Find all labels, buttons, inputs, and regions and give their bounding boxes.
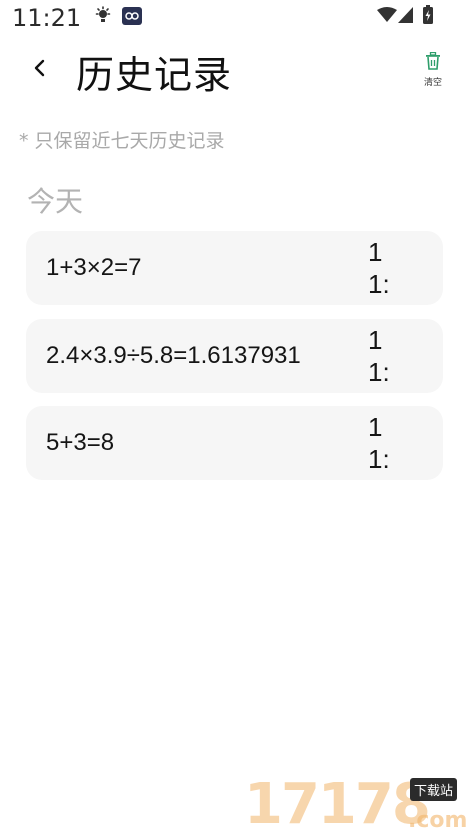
history-time: 11:19 xyxy=(368,412,397,480)
watermark-number: 17178 xyxy=(244,772,431,836)
history-item[interactable]: 5+3=8 11:19 xyxy=(26,406,443,480)
history-screen: 11:21 历史记录 清空 * 只保留近七天历史记录 今天 1+3×2=7 11… xyxy=(0,0,470,836)
clear-history-button[interactable]: 清空 xyxy=(420,51,446,88)
history-item[interactable]: 1+3×2=7 11:19 xyxy=(26,231,443,305)
history-expression: 1+3×2=7 xyxy=(46,254,142,281)
section-header-today: 今天 xyxy=(27,185,84,218)
clear-label: 清空 xyxy=(423,78,442,88)
history-time: 11:19 xyxy=(368,325,397,393)
history-expression: 5+3=8 xyxy=(46,429,115,456)
wifi-icon xyxy=(377,7,397,23)
trash-icon xyxy=(425,51,441,74)
history-expression: 2.4×3.9÷5.8=1.6137931 xyxy=(46,342,301,369)
battery-icon xyxy=(422,5,434,25)
watermark-logo: 17178 下载站 .com xyxy=(244,772,470,836)
page-title: 历史记录 xyxy=(76,53,233,97)
chevron-left-icon xyxy=(33,58,47,82)
history-time: 11:19 xyxy=(368,237,397,305)
signal-icon xyxy=(398,7,414,23)
status-time: 11:21 xyxy=(12,4,82,32)
sun-icon xyxy=(94,6,112,24)
retention-note: * 只保留近七天历史记录 xyxy=(19,130,225,152)
back-button[interactable] xyxy=(22,52,58,88)
watermark-suffix: .com xyxy=(408,808,468,833)
app-notification-icon xyxy=(121,6,143,26)
history-item[interactable]: 2.4×3.9÷5.8=1.6137931 11:19 xyxy=(26,319,443,393)
status-bar: 11:21 xyxy=(0,0,470,36)
watermark-tag: 下载站 xyxy=(410,778,458,801)
